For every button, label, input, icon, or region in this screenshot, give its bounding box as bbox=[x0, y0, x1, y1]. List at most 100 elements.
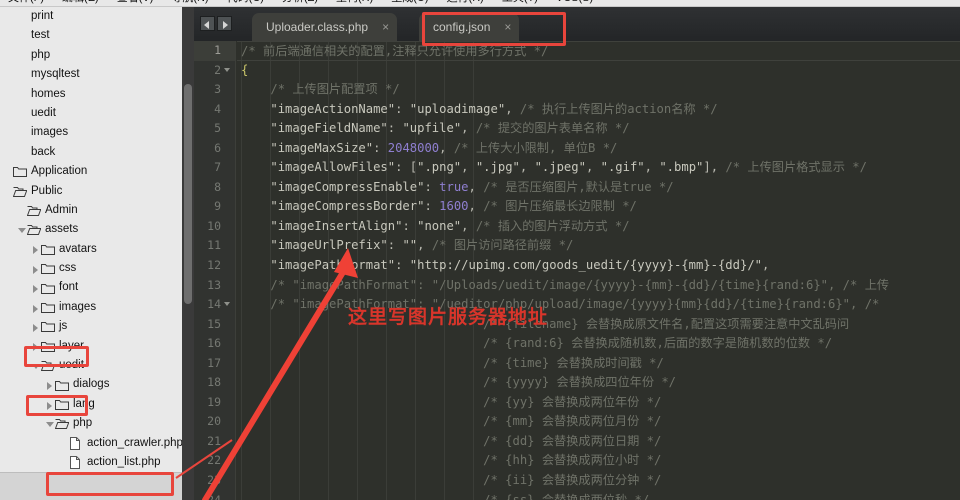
menu-item-9[interactable]: 工具(T) bbox=[502, 0, 538, 4]
tree-item-assets[interactable]: assets bbox=[0, 220, 182, 239]
line-number[interactable]: 12 bbox=[194, 256, 235, 276]
line-number[interactable]: 23 bbox=[194, 471, 235, 491]
sidebar-scrollbar[interactable] bbox=[182, 7, 194, 500]
tree-item-font[interactable]: font bbox=[0, 278, 182, 297]
chevron-down-icon[interactable] bbox=[16, 224, 27, 235]
line-number[interactable]: 2 bbox=[194, 61, 235, 81]
tree-item-public[interactable]: Public bbox=[0, 182, 182, 201]
tree-item-dialogs[interactable]: dialogs bbox=[0, 375, 182, 394]
chevron-right-icon[interactable] bbox=[30, 244, 41, 255]
tree-item-test[interactable]: test bbox=[0, 26, 182, 45]
tree-item-images[interactable]: images bbox=[0, 123, 182, 142]
code-viewport[interactable]: 1234567891011121314151617181920212223242… bbox=[194, 41, 960, 500]
code-line[interactable]: "imagePathFormat": "http://upimg.com/goo… bbox=[237, 256, 960, 276]
line-number[interactable]: 9 bbox=[194, 197, 235, 217]
tree-item-action-crawler-php[interactable]: action_crawler.php bbox=[0, 434, 182, 453]
line-number[interactable]: 13 bbox=[194, 276, 235, 296]
chevron-right-icon[interactable] bbox=[44, 380, 55, 391]
sidebar-scrollbar-thumb[interactable] bbox=[184, 84, 192, 304]
close-icon[interactable]: × bbox=[504, 21, 511, 33]
code-line[interactable]: "imageFieldName": "upfile", /* 提交的图片表单名称… bbox=[237, 119, 960, 139]
code-line[interactable]: "imageCompressEnable": true, /* 是否压缩图片,默… bbox=[237, 178, 960, 198]
tree-item-css[interactable]: css bbox=[0, 259, 182, 278]
code-line[interactable]: "imageInsertAlign": "none", /* 插入的图片浮动方式… bbox=[237, 217, 960, 237]
code-text-area[interactable]: /* 前后端通信相关的配置,注释只允许使用多行方式 */ { /* 上传图片配置项… bbox=[237, 41, 960, 500]
tree-item-images[interactable]: images bbox=[0, 298, 182, 317]
chevron-right-icon[interactable] bbox=[30, 283, 41, 294]
code-line[interactable]: "imageMaxSize": 2048000, /* 上传大小限制, 单位B … bbox=[237, 139, 960, 159]
menu-item-10[interactable]: VCS(S) bbox=[556, 0, 593, 4]
code-line[interactable]: /* {filename} 会替换成原文件名,配置这项需要注意中文乱码问 bbox=[237, 315, 960, 335]
menu-item-5[interactable]: 分析(Z) bbox=[282, 0, 318, 4]
tree-item-print[interactable]: print bbox=[0, 7, 182, 26]
code-line[interactable]: "imageCompressBorder": 1600, /* 图片压缩最长边限… bbox=[237, 197, 960, 217]
line-number[interactable]: 16 bbox=[194, 334, 235, 354]
line-number[interactable]: 19 bbox=[194, 393, 235, 413]
line-number[interactable]: 4 bbox=[194, 100, 235, 120]
menu-item-2[interactable]: 查看(V) bbox=[117, 0, 154, 4]
line-number[interactable]: 14 bbox=[194, 295, 235, 315]
line-number[interactable]: 5 bbox=[194, 119, 235, 139]
code-line[interactable]: "imageUrlPrefix": "", /* 图片访问路径前缀 */ bbox=[237, 236, 960, 256]
line-number[interactable]: 22 bbox=[194, 451, 235, 471]
code-line[interactable]: /* {ii} 会替换成两位分钟 */ bbox=[237, 471, 960, 491]
editor-tab-config[interactable]: config.json × bbox=[419, 13, 520, 41]
tree-item-lang[interactable]: lang bbox=[0, 395, 182, 414]
menu-item-8[interactable]: 运行(R) bbox=[447, 0, 484, 4]
code-lines[interactable]: /* 前后端通信相关的配置,注释只允许使用多行方式 */ { /* 上传图片配置项… bbox=[237, 41, 960, 500]
tree-item-mysqltest[interactable]: mysqltest bbox=[0, 65, 182, 84]
line-number[interactable]: 7 bbox=[194, 158, 235, 178]
tree-item-admin[interactable]: Admin bbox=[0, 201, 182, 220]
chevron-right-icon[interactable] bbox=[44, 399, 55, 410]
project-tree-sidebar[interactable]: print test php mysqltest homes uedit images bac… bbox=[0, 7, 182, 500]
line-number[interactable]: 8 bbox=[194, 178, 235, 198]
code-line[interactable]: /* {ss} 会替换成两位秒 */ bbox=[237, 491, 960, 500]
tree-item-uedit[interactable]: uedit bbox=[0, 356, 182, 375]
project-tree[interactable]: print test php mysqltest homes uedit images bac… bbox=[0, 7, 182, 500]
tree-item-php[interactable]: php bbox=[0, 414, 182, 433]
menu-item-0[interactable]: 文件(F) bbox=[8, 0, 44, 4]
tree-item-layer[interactable]: layer bbox=[0, 337, 182, 356]
line-number[interactable]: 1 bbox=[194, 41, 235, 61]
menu-item-6[interactable]: 重构(R) bbox=[336, 0, 373, 4]
back-arrow-icon[interactable] bbox=[200, 16, 215, 31]
code-line[interactable]: /* {rand:6} 会替换成随机数,后面的数字是随机数的位数 */ bbox=[237, 334, 960, 354]
fold-toggle-icon[interactable] bbox=[224, 295, 233, 315]
menu-item-7[interactable]: 生成(U) bbox=[391, 0, 428, 4]
tree-item-homes[interactable]: homes bbox=[0, 85, 182, 104]
chevron-right-icon[interactable] bbox=[30, 321, 41, 332]
forward-arrow-icon[interactable] bbox=[217, 16, 232, 31]
line-number[interactable]: 18 bbox=[194, 373, 235, 393]
editor-tab-uploader[interactable]: Uploader.class.php × bbox=[252, 13, 398, 41]
menu-item-4[interactable]: 代码(C) bbox=[227, 0, 264, 4]
code-line[interactable]: /* {dd} 会替换成两位日期 */ bbox=[237, 432, 960, 452]
line-number[interactable]: 24 bbox=[194, 491, 235, 500]
chevron-right-icon[interactable] bbox=[30, 341, 41, 352]
tree-item-uedit[interactable]: uedit bbox=[0, 104, 182, 123]
chevron-down-icon[interactable] bbox=[30, 360, 41, 371]
tree-item-js[interactable]: js bbox=[0, 317, 182, 336]
code-line[interactable]: /* {mm} 会替换成两位月份 */ bbox=[237, 412, 960, 432]
code-line[interactable]: "imageActionName": "uploadimage", /* 执行上… bbox=[237, 100, 960, 120]
line-number[interactable]: 10 bbox=[194, 217, 235, 237]
chevron-down-icon[interactable] bbox=[44, 418, 55, 429]
code-line[interactable]: /* "imagePathFormat": "/ueditor/php/uplo… bbox=[237, 295, 960, 315]
tab-navigation[interactable] bbox=[200, 16, 232, 31]
code-line[interactable]: { bbox=[237, 61, 960, 81]
code-line[interactable]: /* 上传图片配置项 */ bbox=[237, 80, 960, 100]
line-number[interactable]: 21 bbox=[194, 432, 235, 452]
line-number[interactable]: 3 bbox=[194, 80, 235, 100]
close-icon[interactable]: × bbox=[382, 21, 389, 33]
tree-item-back[interactable]: back bbox=[0, 143, 182, 162]
menu-item-3[interactable]: 导航(N) bbox=[171, 0, 208, 4]
fold-toggle-icon[interactable] bbox=[224, 61, 233, 81]
code-line[interactable]: /* {yyyy} 会替换成四位年份 */ bbox=[237, 373, 960, 393]
code-line[interactable]: /* "imagePathFormat": "/Uploads/uedit/im… bbox=[237, 276, 960, 296]
code-line[interactable]: /* 前后端通信相关的配置,注释只允许使用多行方式 */ bbox=[237, 41, 960, 61]
line-number[interactable]: 15 bbox=[194, 315, 235, 335]
chevron-right-icon[interactable] bbox=[30, 263, 41, 274]
line-number[interactable]: 20 bbox=[194, 412, 235, 432]
tree-item-application[interactable]: Application bbox=[0, 162, 182, 181]
line-number[interactable]: 6 bbox=[194, 139, 235, 159]
tree-item-php[interactable]: php bbox=[0, 46, 182, 65]
